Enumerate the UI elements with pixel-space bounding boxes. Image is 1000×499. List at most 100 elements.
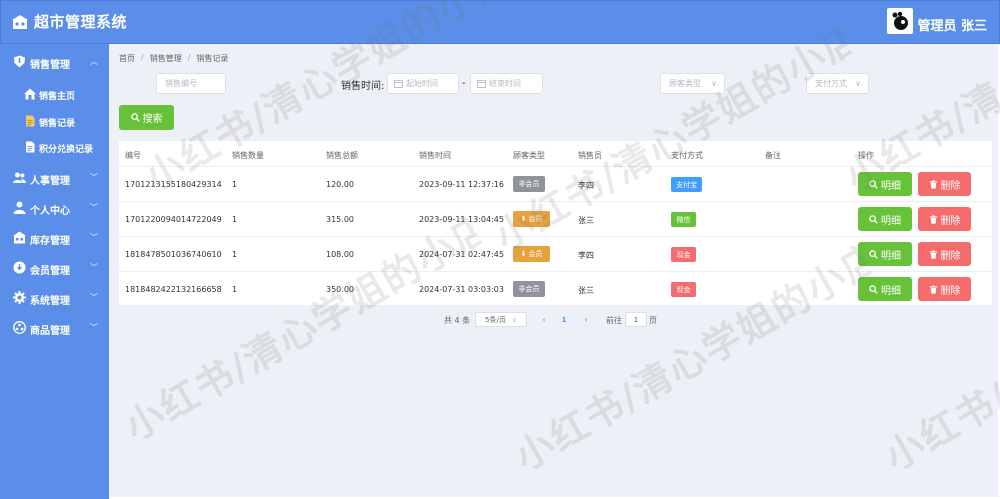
breadcrumb-current: 销售记录: [196, 54, 229, 63]
sidebar-group-system[interactable]: 系统管理 ﹀: [0, 287, 109, 309]
order-no-input[interactable]: 销售编号: [156, 73, 226, 94]
cell-qty: 1: [232, 180, 238, 189]
sidebar-group-products[interactable]: 商品管理 ﹀: [0, 317, 109, 339]
payment-badge: 支付宝: [671, 177, 702, 192]
pagination-total: 共 4 条: [444, 316, 471, 325]
store-icon: [12, 14, 28, 29]
cell-qty: 1: [232, 285, 238, 294]
detail-button[interactable]: 明细: [858, 207, 912, 231]
users-icon: [13, 172, 26, 183]
sidebar-group-label: 人事管理: [30, 176, 70, 187]
sidebar-group-inventory[interactable]: 库存管理 ﹀: [0, 227, 109, 249]
breadcrumb: 首页 / 销售管理 / 销售记录: [119, 53, 228, 64]
cell-id: 1701220094014722049: [125, 215, 222, 224]
member-icon: [13, 261, 26, 274]
warehouse-icon: [13, 231, 26, 244]
chevron-down-icon: ﹀: [90, 323, 98, 332]
customer-type-select[interactable]: 顾客类型 ∨: [660, 73, 725, 94]
end-time-placeholder: 结束时间: [489, 79, 521, 88]
payment-badge: 微信: [671, 212, 696, 227]
calendar-icon: [477, 80, 486, 88]
customer-type-text: 非会员: [518, 180, 540, 188]
detail-button[interactable]: 明细: [858, 172, 912, 196]
detail-button[interactable]: 明细: [858, 277, 912, 301]
home-icon: [24, 88, 36, 100]
cell-time: 2023-09-11 13:04:45: [419, 215, 504, 224]
column-header: 销售员: [578, 151, 602, 160]
sidebar-item-label: 销售记录: [39, 119, 76, 129]
main-content: 首页 / 销售管理 / 销售记录 销售编号 销售时间: 起始时间 - 结束时间 …: [109, 44, 998, 497]
delete-button[interactable]: 删除: [918, 242, 971, 266]
breadcrumb-home[interactable]: 首页: [119, 53, 135, 64]
avatar-icon: [892, 11, 909, 30]
column-header: 备注: [765, 151, 781, 160]
detail-button-label: 明细: [881, 250, 901, 262]
list-icon: [26, 141, 35, 153]
cell-time: 2024-07-31 02:47:45: [419, 250, 504, 259]
cell-total: 350.00: [326, 285, 354, 294]
app-title: 超市管理系统: [34, 13, 128, 31]
column-header: 编号: [125, 151, 141, 160]
column-header: 支付方式: [671, 151, 703, 160]
next-page-button[interactable]: ›: [579, 312, 593, 327]
breadcrumb-sales[interactable]: 销售管理: [150, 53, 182, 64]
top-header: 超市管理系统 管理员 张三: [0, 0, 1000, 44]
sidebar-item-label: 积分兑换记录: [39, 145, 94, 155]
user-menu[interactable]: 管理员 张三: [887, 8, 987, 34]
payment-method-select[interactable]: 支付方式 ∨: [806, 73, 869, 94]
logo[interactable]: 超市管理系统: [11, 11, 127, 32]
sidebar-group-sales[interactable]: 销售管理 ︿: [0, 51, 109, 73]
trash-icon: [929, 284, 937, 294]
delete-button-label: 删除: [940, 215, 961, 227]
document-icon: [26, 115, 35, 127]
user-icon: [13, 201, 26, 214]
detail-button-label: 明细: [881, 180, 901, 192]
sidebar-group-hr[interactable]: 人事管理 ﹀: [0, 167, 109, 189]
sidebar-item-points-records[interactable]: 积分兑换记录: [0, 137, 109, 159]
cell-id: 1818482422132166658: [125, 285, 222, 294]
customer-type-placeholder: 顾客类型: [669, 79, 701, 88]
shield-icon: [14, 55, 25, 68]
search-button[interactable]: 搜索: [119, 105, 174, 130]
sidebar-group-label: 系统管理: [30, 296, 70, 307]
column-header: 销售时间: [419, 151, 451, 160]
cell-seller: 张三: [578, 216, 594, 225]
page-number-current[interactable]: 1: [555, 312, 573, 327]
sidebar-group-member[interactable]: 会员管理 ﹀: [0, 257, 109, 279]
trash-icon: [929, 214, 937, 224]
chevron-down-icon: ∨: [711, 79, 717, 88]
search-icon: [869, 249, 878, 259]
column-header: 顾客类型: [513, 151, 545, 160]
cell-total: 120.00: [326, 180, 354, 189]
cell-id: 1818478501036740610: [125, 250, 222, 259]
sidebar-item-sales-records[interactable]: 销售记录: [0, 111, 109, 133]
delete-button[interactable]: 删除: [918, 277, 971, 301]
payment-badge: 现金: [671, 247, 696, 262]
customer-type-text: 会员: [528, 215, 543, 223]
detail-button-label: 明细: [881, 215, 901, 227]
sidebar-group-label: 会员管理: [30, 266, 70, 277]
chevron-down-icon: ﹀: [90, 293, 98, 302]
page-size-select[interactable]: 5条/页 ∨: [475, 312, 527, 327]
search-icon: [869, 284, 878, 294]
delete-button[interactable]: 删除: [918, 207, 971, 231]
prev-page-button[interactable]: ‹: [537, 312, 551, 327]
avatar[interactable]: [887, 8, 914, 34]
page-size-value: 5条/页: [485, 315, 506, 324]
sidebar-group-profile[interactable]: 个人中心 ﹀: [0, 197, 109, 219]
table-row: 1701220094014722049 1 315.00 2023-09-11 …: [119, 201, 992, 236]
customer-type-badge: ⬇ 会员: [513, 246, 550, 262]
end-time-input[interactable]: 结束时间: [470, 73, 543, 94]
goto-page-input[interactable]: 1: [625, 312, 647, 327]
sidebar-group-label: 销售管理: [30, 60, 70, 71]
cell-seller: 张三: [578, 286, 594, 295]
customer-type-text: 会员: [528, 250, 543, 258]
delete-button[interactable]: 删除: [918, 172, 971, 196]
trash-icon: [929, 179, 937, 189]
sidebar-item-sales-home[interactable]: 销售主页: [0, 84, 109, 106]
chevron-down-icon: ﹀: [90, 203, 98, 212]
start-time-input[interactable]: 起始时间: [387, 73, 459, 94]
detail-button[interactable]: 明细: [858, 242, 912, 266]
products-icon: [13, 321, 26, 334]
calendar-icon: [394, 80, 403, 88]
